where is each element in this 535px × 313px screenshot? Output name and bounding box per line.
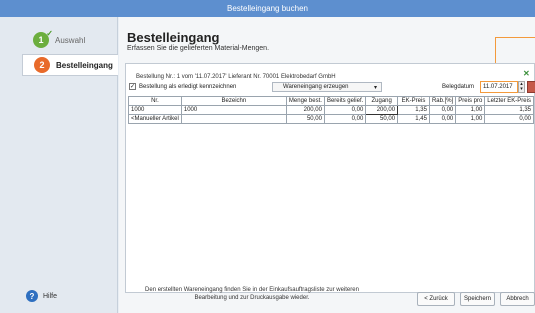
action-dropdown-value: Wareneingang erzeugen bbox=[283, 84, 349, 90]
page-title: Bestelleingang bbox=[127, 30, 220, 45]
column-header[interactable]: Rab.[%] bbox=[428, 96, 457, 106]
order-panel: Bestellung Nr.: 1 vom '11.07.2017' Liefe… bbox=[125, 63, 535, 293]
cell-menge-bestellt: 50,00 bbox=[285, 114, 325, 124]
calendar-icon[interactable] bbox=[527, 81, 535, 93]
chevron-down-icon: ▾ bbox=[373, 84, 377, 91]
table-row[interactable]: 1000 1000 200,00 0,00 200,00 1,35 0,00 1… bbox=[128, 105, 534, 115]
cell-bezeichnung[interactable] bbox=[180, 114, 287, 124]
callout-line bbox=[495, 37, 535, 38]
cell-rabatt[interactable]: 0,00 bbox=[428, 105, 457, 115]
cell-nr[interactable]: 1000 bbox=[128, 105, 182, 115]
step-label: Auswahl bbox=[55, 35, 86, 45]
column-header[interactable]: Zugang bbox=[365, 96, 399, 106]
cell-ek-preis[interactable]: 1,35 bbox=[397, 105, 430, 115]
order-items-table: Nr. Bezeichn Menge best. Bereits gelief.… bbox=[128, 96, 534, 124]
column-header[interactable]: Letzter EK-Preis bbox=[484, 96, 534, 106]
step-label: Bestelleingang bbox=[56, 60, 113, 70]
cell-preis-pro[interactable]: 1,00 bbox=[455, 114, 486, 124]
table-header-row: Nr. Bezeichn Menge best. Bereits gelief.… bbox=[128, 96, 534, 106]
step-bestelleingang[interactable]: 2 Bestelleingang bbox=[22, 54, 118, 76]
cell-letzter-ek-preis: 0,00 bbox=[484, 114, 534, 124]
order-info: Bestellung Nr.: 1 vom '11.07.2017' Liefe… bbox=[136, 74, 336, 80]
column-header[interactable]: Menge best. bbox=[285, 96, 325, 106]
step-auswahl[interactable]: 1 ✓ Auswahl bbox=[22, 29, 118, 51]
column-header[interactable]: Nr. bbox=[128, 96, 182, 106]
date-spinner[interactable]: ▴ ▾ bbox=[518, 81, 525, 93]
mark-done-checkbox[interactable]: ✓ bbox=[129, 83, 136, 90]
cell-letzter-ek-preis: 1,35 bbox=[484, 105, 534, 115]
save-button[interactable]: Speichern bbox=[460, 292, 495, 306]
step-number-badge: 2 bbox=[34, 57, 50, 73]
cell-bereits-geliefert: 0,00 bbox=[323, 114, 367, 124]
checkmark-icon: ✓ bbox=[46, 29, 53, 38]
footer-note: Den erstellten Wareneingang finden Sie i… bbox=[145, 287, 359, 301]
excel-export-icon[interactable]: ✕ bbox=[523, 69, 530, 78]
help-label: Hilfe bbox=[43, 292, 58, 300]
cell-zugang[interactable]: 200,00 bbox=[365, 105, 399, 115]
cell-bereits-geliefert: 0,00 bbox=[323, 105, 367, 115]
cell-preis-pro[interactable]: 1,00 bbox=[455, 105, 486, 115]
mark-done-row[interactable]: ✓ Bestellung als erledigt kennzeichnen bbox=[129, 83, 236, 90]
cell-zugang[interactable]: 50,00 bbox=[365, 114, 399, 124]
column-header[interactable]: EK-Preis bbox=[397, 96, 430, 106]
page-subtitle: Erfassen Sie die gelieferten Material-Me… bbox=[127, 45, 270, 52]
column-header[interactable]: Bereits gelief. bbox=[323, 96, 367, 106]
step-number-badge: 1 ✓ bbox=[33, 29, 53, 48]
action-dropdown[interactable]: Wareneingang erzeugen ▾ bbox=[272, 82, 382, 92]
date-label: Belegdatum bbox=[442, 84, 475, 90]
footer-bar: Den erstellten Wareneingang finden Sie i… bbox=[119, 273, 535, 313]
cell-menge-bestellt: 200,00 bbox=[285, 105, 325, 115]
help-icon: ? bbox=[26, 290, 38, 302]
table-row[interactable]: <Manueller Artikel 50,00 0,00 50,00 1,45… bbox=[128, 114, 534, 124]
column-header[interactable]: Preis pro bbox=[455, 96, 486, 106]
cell-bezeichnung[interactable]: 1000 bbox=[180, 105, 287, 115]
back-button[interactable]: < Zurück bbox=[417, 292, 455, 306]
date-field[interactable]: 11.07.2017 bbox=[480, 81, 518, 93]
help-link[interactable]: ? Hilfe bbox=[26, 290, 57, 302]
main-content: Bestelleingang Erfassen Sie die geliefer… bbox=[119, 17, 535, 313]
cell-nr[interactable]: <Manueller Artikel bbox=[128, 114, 182, 124]
mark-done-label: Bestellung als erledigt kennzeichnen bbox=[139, 83, 237, 90]
cell-ek-preis[interactable]: 1,45 bbox=[397, 114, 430, 124]
cell-rabatt[interactable]: 0,00 bbox=[428, 114, 457, 124]
cancel-button[interactable]: Abbrech bbox=[500, 292, 535, 306]
window-title: Bestelleingang buchen bbox=[0, 0, 535, 17]
wizard-sidebar: 1 ✓ Auswahl 2 Bestelleingang ? Hilfe bbox=[0, 17, 118, 313]
column-header[interactable]: Bezeichn bbox=[180, 96, 287, 106]
